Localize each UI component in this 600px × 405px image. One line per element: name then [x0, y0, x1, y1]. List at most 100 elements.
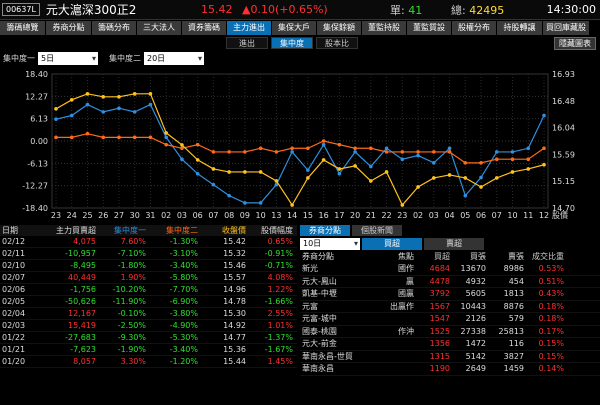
tab-9[interactable]: 董監質設	[407, 21, 452, 35]
broker-cell: 1547	[429, 314, 450, 323]
x-tick-label: 26	[98, 211, 108, 220]
series-point-2	[321, 158, 326, 162]
x-tick-label: 07	[492, 211, 502, 220]
current-price: 15.42	[201, 3, 233, 16]
series-point-1	[479, 161, 483, 165]
broker-row[interactable]: 國泰-桃園 作沖 1525 27338 25813 0.17%	[300, 326, 600, 338]
table-cell: 02/06	[2, 285, 26, 294]
subtab-2[interactable]: 股本比	[316, 37, 358, 49]
broker-cell: 3827	[503, 351, 524, 361]
series-point-0	[510, 150, 515, 154]
tab-10[interactable]: 股權分布	[452, 21, 497, 35]
table-row[interactable]: 01/20 8,057 3.30% -1.20% 15.44 1.45%	[0, 356, 297, 368]
param-bar: 集中度一 5日 集中度二 20日	[0, 50, 600, 66]
series-point-2	[494, 176, 499, 180]
tab-12[interactable]: 買回庫藏股	[543, 21, 590, 35]
total-volume: 總: 42495	[451, 2, 504, 18]
table-row[interactable]: 02/05 -50,626 -11.90% -6.90% 14.78 -1.66%	[0, 296, 297, 308]
col-header: 集中度二	[166, 226, 198, 235]
broker-row[interactable]: 華南永昌 1190 2649 1459 0.14%	[300, 363, 600, 376]
series-point-0	[54, 117, 58, 121]
table-cell: -1.20%	[169, 357, 198, 366]
table-cell: 4.08%	[267, 273, 293, 282]
tab-8[interactable]: 董監持股	[362, 21, 407, 35]
tab-5[interactable]: 主力進出	[227, 21, 272, 35]
table-cell: 02/03	[2, 321, 26, 330]
broker-cell: 4478	[429, 276, 450, 286]
tab-1[interactable]: 券商分點	[46, 21, 92, 35]
table-cell: -1.66%	[264, 297, 293, 306]
broker-cell: 5142	[465, 351, 486, 361]
x-tick-label: 07	[208, 211, 218, 220]
table-cell: -27,683	[65, 333, 96, 342]
right-tick-label: 16.48	[552, 97, 575, 106]
broker-row[interactable]: 凱基-中壢 國贏 3792 5605 1813 0.43%	[300, 288, 600, 301]
right-tick-label: 16.93	[552, 70, 575, 79]
x-tick-label: 20	[350, 211, 360, 220]
series-point-2	[132, 92, 137, 96]
series-point-0	[69, 113, 74, 118]
broker-cell: 國泰-桃園	[302, 326, 337, 336]
left-tick-label: -18.40	[22, 204, 48, 213]
broker-row[interactable]: 新光 國作 4684 13670 8986 0.53%	[300, 263, 600, 276]
series-point-2	[148, 92, 153, 96]
subtab-0[interactable]: 進出	[226, 37, 268, 49]
table-row[interactable]: 02/07 40,449 1.90% -5.80% 15.57 4.08%	[0, 272, 297, 284]
series-point-2	[69, 98, 74, 102]
tab-6[interactable]: 集保大戶	[272, 21, 317, 35]
broker-tab-0[interactable]: 券商分點	[300, 225, 350, 236]
series-point-0	[164, 135, 168, 140]
broker-cell: 0.43%	[538, 289, 564, 298]
table-row[interactable]: 02/03 15,419 -2.50% -4.90% 14.92 1.01%	[0, 320, 297, 332]
concentration1-label: 集中度一	[3, 53, 35, 63]
x-tick-label: 14	[287, 211, 297, 220]
x-tick-label: 23	[51, 211, 61, 220]
sell-over-button[interactable]: 賣超	[424, 238, 484, 250]
series-point-1	[117, 135, 121, 140]
concentration1-select[interactable]: 5日	[38, 51, 98, 65]
table-row[interactable]: 02/06 -1,756 -10.20% -7.70% 14.96 1.22%	[0, 284, 297, 296]
tab-2[interactable]: 籌碼分布	[92, 21, 137, 35]
broker-row[interactable]: 元大-前金 1356 1472 116 0.15%	[300, 338, 600, 351]
series-point-0	[101, 110, 106, 114]
table-row[interactable]: 01/22 -27,683 -9.30% -5.30% 14.77 -1.37%	[0, 332, 297, 344]
broker-row[interactable]: 華南永昌-世貿 1315 5142 3827 0.15%	[300, 351, 600, 363]
table-row[interactable]: 02/11 -10,957 -7.10% -3.10% 15.32 -0.91%	[0, 248, 297, 260]
x-tick-label: 10	[256, 211, 266, 220]
subtab-1[interactable]: 集中度	[271, 37, 313, 49]
buy-over-button[interactable]: 買超	[362, 238, 422, 250]
single-volume-value: 41	[408, 3, 423, 17]
broker-row[interactable]: 元大-鳳山 贏 4478 4932 454 0.51%	[300, 276, 600, 288]
table-row[interactable]: 02/10 -8,495 -1.80% -3.40% 15.46 -0.71%	[0, 260, 297, 272]
broker-cell: 元大-鳳山	[302, 276, 337, 286]
series-point-0	[369, 164, 373, 169]
x-tick-label: 04	[444, 211, 454, 220]
tab-4[interactable]: 資券籌碼	[182, 21, 227, 35]
x-tick-label: 09	[240, 211, 250, 220]
broker-cell: 0.18%	[538, 314, 564, 323]
series-point-0	[526, 146, 531, 151]
period-select[interactable]: 10日	[300, 238, 360, 250]
broker-row[interactable]: 元富 出贏作 1567 10443 8876 0.18%	[300, 301, 600, 313]
broker-tab-1[interactable]: 個股新聞	[352, 225, 402, 236]
broker-row[interactable]: 元富-城中 1547 2126 579 0.18%	[300, 313, 600, 326]
series-point-1	[148, 135, 153, 140]
series-point-1	[243, 150, 247, 154]
series-point-2	[258, 170, 263, 174]
concentration2-select[interactable]: 20日	[144, 51, 204, 65]
table-row[interactable]: 02/04 12,167 -0.10% -3.80% 15.30 2.55%	[0, 308, 297, 320]
broker-panel: 券商分點個股新聞 10日 買超 賣超 券商分點焦點買超買張賣張成交比重 新光國作…	[300, 225, 600, 405]
table-row[interactable]: 02/12 4,075 7.60% -1.30% 15.42 0.65%	[0, 236, 297, 248]
tab-11[interactable]: 持股轉讓	[497, 21, 543, 35]
broker-cell: 作沖	[398, 326, 414, 336]
stock-code[interactable]: 00637L	[2, 3, 40, 16]
table-row[interactable]: 01/21 -7,623 -1.90% -3.40% 15.36 -1.67%	[0, 344, 297, 356]
tab-3[interactable]: 三大法人	[137, 21, 182, 35]
tab-7[interactable]: 集保餘額	[317, 21, 362, 35]
col-header: 集中度一	[114, 226, 146, 235]
tab-0[interactable]: 籌碼總覽	[0, 21, 46, 35]
series-point-1	[101, 135, 106, 140]
table-cell: 14.78	[223, 297, 246, 306]
hide-chart-button[interactable]: 隱藏圖表	[554, 37, 596, 50]
broker-cell: 國贏	[398, 289, 414, 298]
